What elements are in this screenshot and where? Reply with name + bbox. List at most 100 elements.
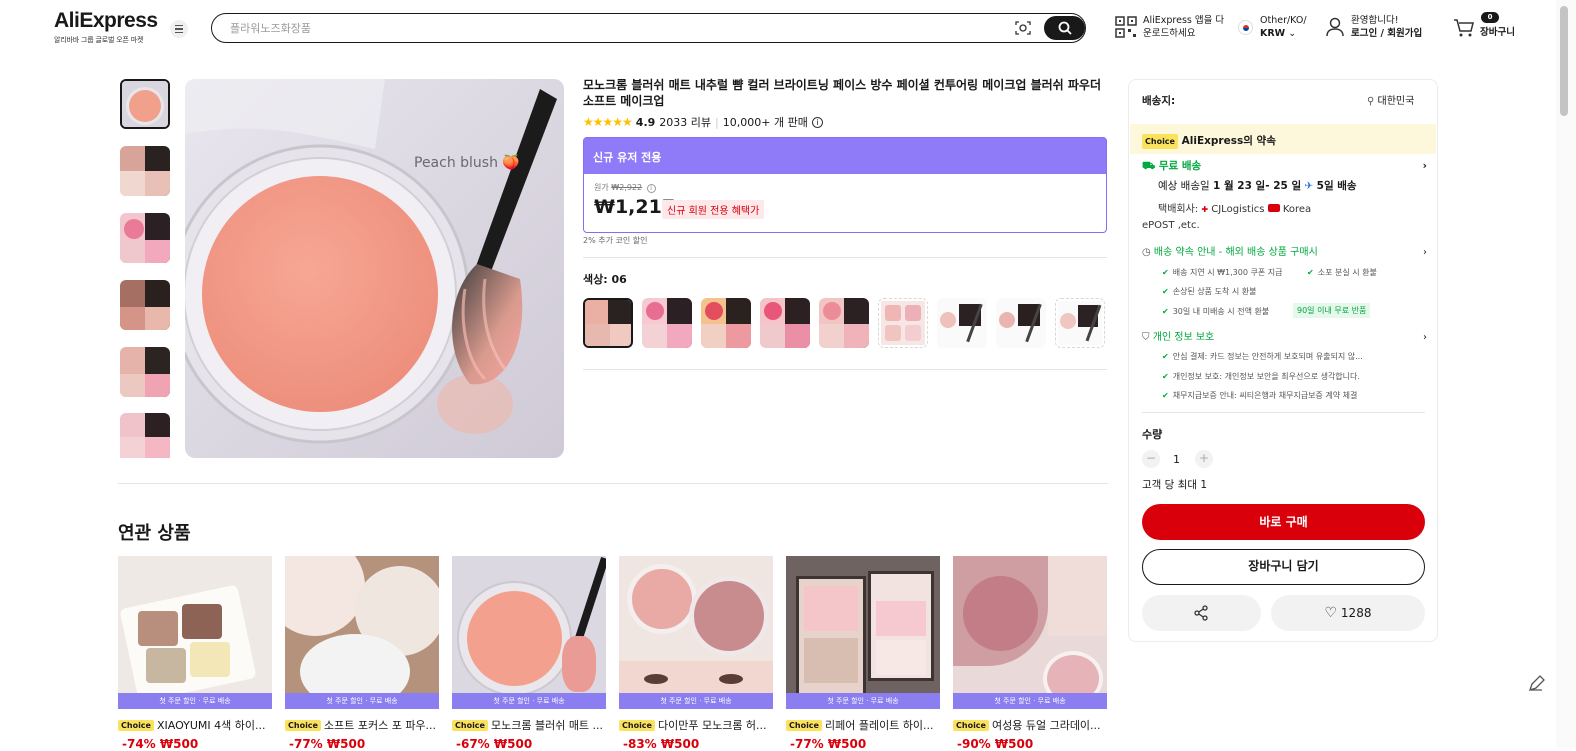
add-to-cart-button[interactable]: 장바구니 담기 (1142, 549, 1425, 585)
info-icon[interactable]: i (646, 184, 656, 193)
delivery-item: ✔ 30일 내 미배송 시 전액 환불 (1162, 307, 1270, 316)
related-product-title: 여성용 듀얼 그라데이... (991, 719, 1101, 732)
sold-count: 10,000+ 개 판매 (722, 116, 808, 129)
choice-badge: Choice (118, 719, 154, 731)
search-bar (211, 13, 1086, 43)
gallery-thumb-6[interactable] (120, 413, 170, 458)
search-input[interactable] (230, 19, 930, 37)
clock-icon: ◷ (1142, 247, 1151, 258)
related-product-title: XIAOYUMI 4색 하이... (156, 719, 266, 732)
related-product-title: 모노크롬 블러쉬 매트 ... (490, 719, 604, 732)
original-price: ₩2,922 (611, 183, 643, 192)
info-icon[interactable]: i (811, 116, 823, 128)
promo-ribbon: 첫 주문 할인 · 무료 배송 (786, 693, 940, 709)
locale-language: Other/KO/ (1260, 15, 1307, 26)
privacy-row[interactable]: ⛉ 개인 정보 보호 › (1142, 331, 1427, 344)
color-option-06[interactable] (583, 298, 633, 348)
free-shipping-row[interactable]: ⛟ 무료 배송 › (1142, 160, 1427, 173)
gallery-thumb-2[interactable] (120, 146, 170, 196)
color-option[interactable] (642, 298, 692, 348)
ship-to-selector[interactable]: ⚲ 대한민국 (1367, 95, 1414, 108)
gallery-thumb-1[interactable] (120, 79, 170, 129)
app-download-line-1: AliExpress 앱을 다 (1143, 15, 1225, 26)
delivery-guide-row[interactable]: ◷ 배송 약속 안내 - 해외 배송 상품 구매시 › (1142, 246, 1427, 259)
quantity-decrease-button[interactable]: − (1142, 450, 1160, 468)
delivery-item: ✔ 손상된 상품 도착 시 환불 (1162, 287, 1257, 296)
choice-badge: Choice (619, 719, 655, 731)
carrier-epost: ePOST ,etc. (1142, 220, 1200, 231)
gallery-thumb-4[interactable] (120, 280, 170, 330)
gallery-thumb-3[interactable] (120, 213, 170, 263)
chevron-right-icon: › (1423, 332, 1427, 343)
quantity-limit: 고객 당 최대 1 (1142, 479, 1207, 491)
user-icon (1326, 17, 1344, 37)
share-button[interactable] (1142, 595, 1261, 631)
new-member-price-tag: 신규 회원 전용 혜택가 (662, 200, 765, 219)
related-product-price: -90% ₩500 (957, 737, 1034, 751)
login-link[interactable]: 로그인 / 회원가입 (1351, 28, 1422, 39)
feedback-edit-icon[interactable] (1526, 674, 1546, 694)
main-product-image[interactable]: Peach blush 🍑 (185, 79, 564, 458)
color-option[interactable] (937, 298, 987, 348)
privacy-item: ✔ 개인정보 보호: 개인정보 보안을 최우선으로 생각합니다. (1162, 372, 1360, 381)
color-option[interactable] (701, 298, 751, 348)
chevron-right-icon: › (1423, 247, 1427, 258)
coin-discount: 2% 추가 코인 할인 (583, 236, 648, 245)
search-button[interactable] (1044, 16, 1085, 40)
product-title: 모노크롬 블러쉬 매트 내추럴 뺨 컬러 브라이트닝 페이스 방수 페이셜 컨투… (583, 78, 1101, 108)
gallery-thumb-5[interactable] (120, 347, 170, 397)
related-product-card[interactable]: 첫 주문 할인 · 무료 배송 Choice 소프트 포커스 포 파우... -7… (285, 556, 439, 751)
review-count[interactable]: 2033 리뷰 (659, 114, 711, 130)
logo-tagline: 알리바바 그룹 글로벌 오픈 마켓 (54, 36, 144, 44)
eta-label: 예상 배송일 (1158, 180, 1210, 192)
ship-to-label: 배송지: (1142, 95, 1176, 107)
blush-compact-illustration (185, 79, 557, 444)
related-product-card[interactable]: 첫 주문 할인 · 무료 배송 Choice XIAOYUMI 4색 하이... … (118, 556, 272, 751)
divider (583, 257, 1107, 258)
chevron-right-icon: › (1422, 160, 1427, 172)
related-product-price: -83% ₩500 (623, 737, 700, 751)
menu-icon[interactable] (170, 20, 188, 38)
related-product-card[interactable]: 첫 주문 할인 · 무료 배송 Choice 모노크롬 블러쉬 매트 ... -6… (452, 556, 606, 751)
delivery-guide-title: 배송 약속 안내 - 해외 배송 상품 구매시 (1153, 247, 1318, 258)
color-option[interactable] (819, 298, 869, 348)
choice-badge: Choice (285, 719, 321, 731)
promo-ribbon: 첫 주문 할인 · 무료 배송 (285, 693, 439, 709)
related-product-name: Choice 소프트 포커스 포 파우... (285, 717, 439, 733)
related-product-name: Choice 다이만푸 모노크롬 허... (619, 717, 773, 733)
promo-ribbon: 첫 주문 할인 · 무료 배송 (118, 693, 272, 709)
quantity-increase-button[interactable]: + (1195, 450, 1213, 468)
buy-now-button[interactable]: 바로 구매 (1142, 504, 1425, 540)
related-product-price: -67% ₩500 (456, 737, 533, 751)
color-option[interactable] (760, 298, 810, 348)
related-product-title: 다이만푸 모노크롬 허... (657, 719, 767, 732)
image-search-icon[interactable] (1015, 20, 1031, 36)
free-shipping-label: 무료 배송 (1158, 160, 1202, 172)
color-option[interactable] (1055, 298, 1105, 348)
locale-currency: KRW (1260, 28, 1286, 39)
related-product-card[interactable]: 첫 주문 할인 · 무료 배송 Choice 리페어 플레이트 하이... -77… (786, 556, 940, 751)
related-product-card[interactable]: 첫 주문 할인 · 무료 배송 Choice 다이만푸 모노크롬 허... -83… (619, 556, 773, 751)
related-product-image (953, 556, 1107, 709)
color-option[interactable] (996, 298, 1046, 348)
privacy-item: ✔ 채무지급보증 안내: 씨티은행과 채무지급보증 계약 체결 (1162, 391, 1358, 400)
related-product-card[interactable]: 첫 주문 할인 · 무료 배송 Choice 여성용 듀얼 그라데이... -90… (953, 556, 1107, 751)
related-product-image (118, 556, 272, 709)
quantity-value[interactable]: 1 (1173, 453, 1180, 466)
rating-value: 4.9 (635, 115, 656, 129)
scrollbar-thumb[interactable] (1560, 6, 1568, 116)
cart-label: 장바구니 (1480, 27, 1515, 38)
aliexpress-logo[interactable]: AliExpress 알리바바 그룹 글로벌 오픈 마켓 (54, 10, 158, 45)
eta-row: 예상 배송일 1 월 23 일- 25 일 ✈ 5일 배송 (1158, 180, 1357, 193)
location-pin-icon: ⚲ (1367, 96, 1375, 107)
privacy-item: ✔ 안심 결제: 카드 정보는 안전하게 보호되며 유출되지 않... (1162, 352, 1363, 361)
purchase-panel: 배송지: ⚲ 대한민국 Choice AliExpress의 약속 ⛟ 무료 배… (1128, 79, 1438, 642)
check-icon: ✔ (1162, 307, 1169, 316)
wishlist-button[interactable]: ♡ 1288 (1271, 595, 1425, 631)
choice-badge: Choice (786, 719, 822, 731)
promise-title: AliExpress의 약속 (1181, 135, 1276, 147)
wishlist-count: 1288 (1340, 606, 1372, 620)
color-option-palette[interactable] (878, 298, 928, 348)
related-product-price: -77% ₩500 (790, 737, 867, 751)
delivery-item: ✔ 소포 분실 시 환불 (1307, 268, 1377, 277)
